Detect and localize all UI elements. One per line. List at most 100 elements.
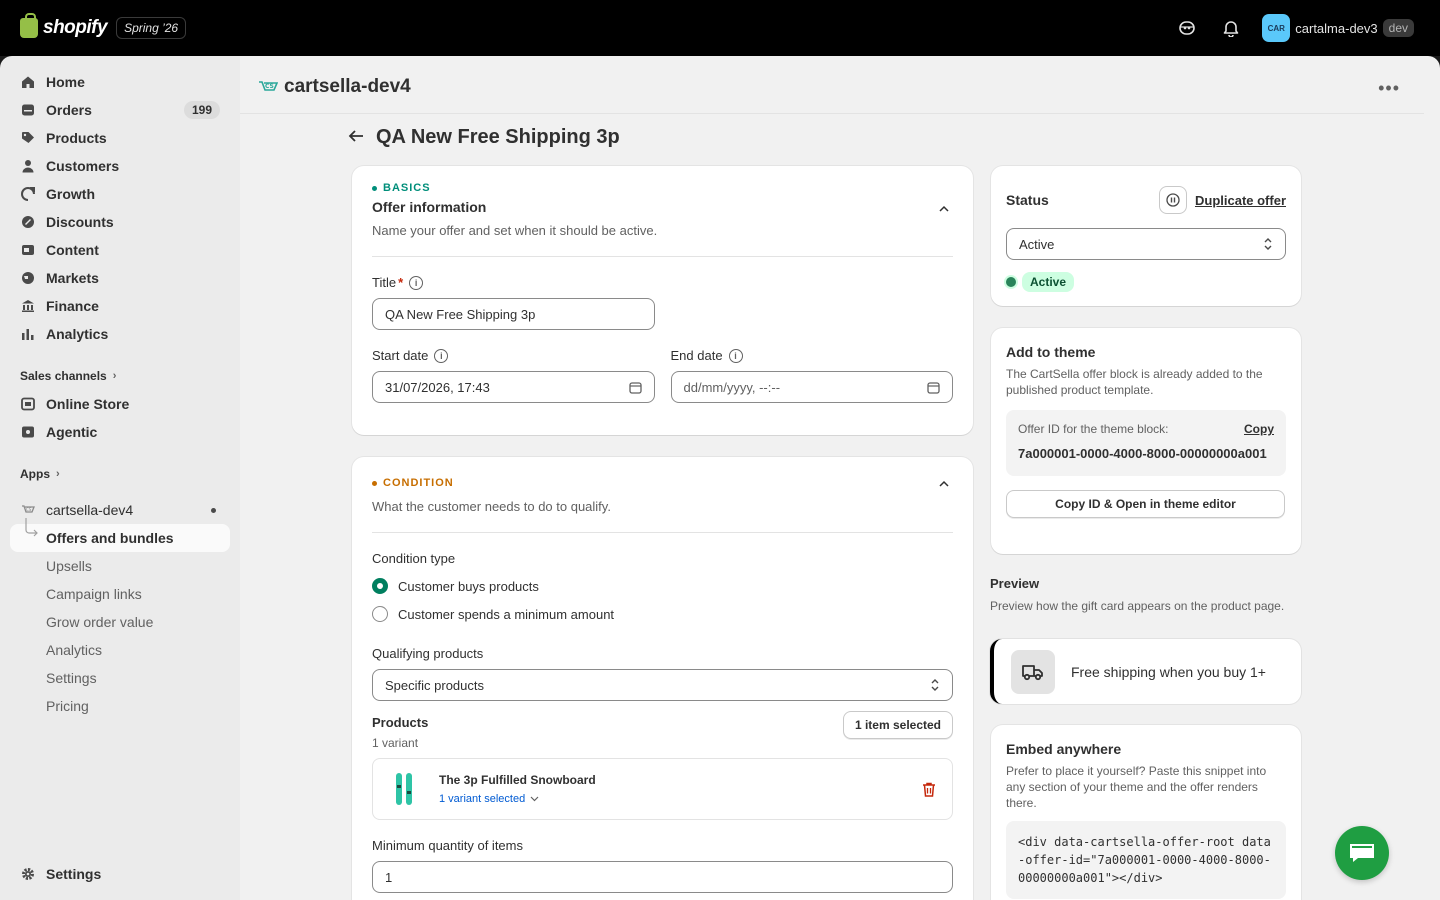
info-icon[interactable]: i [409, 275, 424, 290]
sidebar-item-agentic[interactable]: Agentic [10, 418, 230, 446]
info-icon[interactable]: i [728, 348, 743, 363]
chat-button[interactable] [1335, 826, 1389, 880]
store-menu[interactable]: CAR cartalma-dev3 dev [1258, 11, 1420, 45]
sidebar-item-orders[interactable]: Orders 199 [10, 96, 230, 124]
sidebar-item-content[interactable]: Content [10, 236, 230, 264]
sidekick-icon[interactable] [1170, 11, 1204, 45]
sidebar-item-label: Customers [46, 158, 120, 174]
sidebar-subitem-pricing[interactable]: Pricing [10, 692, 230, 720]
radio-customer-spends-minimum[interactable]: Customer spends a minimum amount [372, 600, 953, 628]
pause-icon [1166, 193, 1180, 207]
radio-label: Customer spends a minimum amount [398, 606, 615, 622]
condition-card: CONDITION What the customer needs to do … [352, 457, 973, 900]
trash-icon[interactable] [922, 782, 936, 797]
start-date-label: Start date [372, 348, 429, 363]
sidebar-item-customers[interactable]: Customers [10, 152, 230, 180]
sidebar-subitem-upsells[interactable]: Upsells [10, 552, 230, 580]
sidebar-item-settings[interactable]: Settings [10, 860, 230, 888]
products-label: Products [372, 715, 429, 730]
sidebar-item-products[interactable]: Products [10, 124, 230, 152]
sidebar-item-growth[interactable]: Growth [10, 180, 230, 208]
end-date-label: End date [670, 348, 723, 363]
product-row: The 3p Fulfilled Snowboard 1 variant sel… [372, 758, 953, 820]
sidebar-subitem-grow-order-value[interactable]: Grow order value [10, 608, 230, 636]
copy-link[interactable]: Copy [1244, 422, 1274, 436]
sidebar-item-label: Discounts [46, 214, 114, 230]
min-qty-input[interactable]: 1 [372, 861, 953, 893]
bell-icon[interactable] [1214, 11, 1248, 45]
sidebar-item-discounts[interactable]: Discounts [10, 208, 230, 236]
end-date-label-row: End date i [671, 348, 954, 363]
sidebar-item-label: Home [46, 74, 85, 90]
discount-icon [20, 214, 36, 230]
sidebar-subitem-campaign-links[interactable]: Campaign links [10, 580, 230, 608]
tree-connector-icon [25, 518, 38, 537]
sidebar-subitem-offers[interactable]: Offers and bundles [10, 518, 230, 552]
globe-icon [20, 270, 36, 286]
dev-badge: dev [1382, 19, 1414, 37]
end-date-input[interactable]: dd/mm/yyyy, --:-- [670, 371, 953, 403]
title-input-value: QA New Free Shipping 3p [385, 306, 536, 322]
sidebar-item-label: Orders [46, 102, 92, 118]
preview-title: Preview [990, 576, 1040, 591]
shopify-logo[interactable]: shopify [20, 13, 108, 39]
season-badge[interactable]: Spring ’26 [116, 17, 187, 39]
sidebar-subitem-settings[interactable]: Settings [10, 664, 230, 692]
sidebar-item-home[interactable]: Home [10, 68, 230, 96]
select-arrows-icon [1264, 238, 1272, 250]
sidebar-item-app[interactable]: CS cartsella-dev4 [10, 496, 230, 524]
sidebar-item-analytics[interactable]: Analytics [10, 320, 230, 348]
status-select[interactable]: Active [1006, 228, 1286, 260]
qualifying-products-select[interactable]: Specific products [372, 669, 953, 701]
sidebar-subitem-label: Campaign links [46, 586, 142, 602]
sidebar-item-markets[interactable]: Markets [10, 264, 230, 292]
sidebar-item-label: Content [46, 242, 99, 258]
select-arrows-icon [931, 679, 939, 691]
duplicate-offer-link[interactable]: Duplicate offer [1195, 193, 1286, 208]
offer-information-card: BASICS Offer information Name your offer… [352, 166, 973, 435]
chevron-up-icon[interactable] [939, 479, 949, 489]
radio-button-selected[interactable] [372, 578, 388, 594]
items-selected-button[interactable]: 1 item selected [843, 711, 953, 739]
info-icon[interactable]: i [434, 348, 449, 363]
sales-channels-label: Sales channels [20, 369, 107, 383]
apps-heading[interactable]: Apps › [10, 460, 230, 488]
avatar: CAR [1262, 14, 1291, 42]
sidebar-subitem-analytics[interactable]: Analytics [10, 636, 230, 664]
chat-icon [1350, 844, 1374, 862]
title-input[interactable]: QA New Free Shipping 3p [372, 298, 655, 330]
more-actions-icon[interactable]: ••• [1378, 78, 1400, 99]
product-name: The 3p Fulfilled Snowboard [439, 773, 596, 787]
preview-card: Free shipping when you buy 1+ [990, 639, 1301, 704]
radio-button[interactable] [372, 606, 388, 622]
condition-eyebrow: CONDITION [372, 477, 953, 489]
calendar-icon[interactable] [927, 381, 940, 394]
app-more-dot[interactable] [211, 507, 216, 513]
eyebrow-label: BASICS [383, 182, 431, 194]
offer-id-box: Offer ID for the theme block: Copy 7a000… [1006, 410, 1286, 476]
back-arrow-icon[interactable] [348, 129, 364, 146]
sales-channels-heading[interactable]: Sales channels › [10, 362, 230, 390]
eyebrow-dot [372, 480, 377, 486]
main-content: CS cartsella-dev4 ••• QA New Free Shippi… [240, 56, 1440, 900]
store-name: cartalma-dev3 [1295, 20, 1378, 36]
pause-button[interactable] [1158, 186, 1187, 214]
divider [372, 532, 953, 533]
calendar-icon[interactable] [628, 381, 642, 394]
orders-icon [20, 102, 36, 118]
sidebar-subitem-label: Offers and bundles [46, 530, 174, 546]
embed-code-snippet[interactable]: <div data-cartsella-offer-root data-offe… [1006, 821, 1286, 899]
variant-selector[interactable]: 1 variant selected [439, 793, 596, 805]
sidebar-item-online-store[interactable]: Online Store [10, 390, 230, 418]
copy-open-theme-editor-button[interactable]: Copy ID & Open in theme editor [1006, 490, 1285, 518]
chevron-up-icon[interactable] [939, 204, 949, 214]
apps-label: Apps [20, 467, 50, 481]
sidebar-item-label: Products [46, 130, 107, 146]
radio-customer-buys-products[interactable]: Customer buys products [372, 572, 953, 600]
condition-type-label: Condition type [372, 551, 456, 566]
sidebar-item-finance[interactable]: Finance [10, 292, 230, 320]
variant-count: 1 variant [372, 736, 419, 750]
start-date-input[interactable]: 31/07/2026, 17:43 [372, 371, 655, 403]
sidebar: Home Orders 199 Products Customers Growt… [0, 56, 240, 900]
sidebar-subitem-label: Pricing [46, 698, 89, 714]
